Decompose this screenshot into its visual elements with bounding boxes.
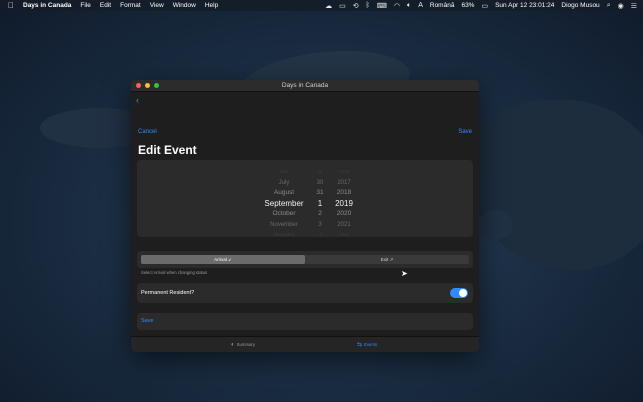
time-machine-icon[interactable]: ⟲ <box>353 2 359 10</box>
event-type-segmented-control[interactable]: Arrival ↙ Exit ↗ <box>141 255 469 264</box>
menu-bar:  Days in Canada File Edit Format View W… <box>0 0 643 11</box>
input-source-label[interactable]: Română <box>430 2 455 9</box>
segment-arrival[interactable]: Arrival ↙ <box>141 255 305 264</box>
app-window: Days in Canada ‹ Cancel Save Edit Event … <box>131 80 479 352</box>
battery-percent[interactable]: 63% <box>461 2 474 9</box>
date-picker[interactable]: June July August September October Novem… <box>137 160 473 237</box>
cancel-button[interactable]: Cancel <box>138 129 157 135</box>
wifi-icon[interactable]: ◠ <box>394 2 400 10</box>
spotlight-search-icon[interactable]: ⌕ <box>607 2 611 10</box>
menu-view[interactable]: View <box>150 2 164 9</box>
close-window-button[interactable] <box>136 83 141 88</box>
permanent-resident-row: Permanent Resident? <box>137 283 473 303</box>
menu-edit[interactable]: Edit <box>100 2 111 9</box>
minimize-window-button[interactable] <box>145 83 150 88</box>
summary-icon: ◐ <box>231 342 235 348</box>
year-option: 2017 <box>337 179 351 186</box>
save-row-button[interactable]: Save <box>141 313 154 330</box>
notification-center-icon[interactable]: ☰ <box>631 2 637 10</box>
airplay-icon[interactable]: ▭ <box>339 2 346 10</box>
menu-help[interactable]: Help <box>205 2 218 9</box>
app-menu[interactable]: Days in Canada <box>23 2 71 9</box>
hint-text: Select Arrival when changing status <box>141 270 208 275</box>
permanent-resident-toggle[interactable] <box>450 288 468 298</box>
keyboard-icon[interactable]: ⌨ <box>377 2 387 10</box>
year-option: 2021 <box>337 221 351 228</box>
user-name[interactable]: Diogo Musou <box>561 2 599 9</box>
save-row[interactable]: Save <box>137 313 473 330</box>
event-type-card: Arrival ↙ Exit ↗ <box>137 251 473 268</box>
toggle-knob <box>459 289 467 297</box>
segment-exit[interactable]: Exit ↗ <box>305 255 469 264</box>
tab-summary-label: Summary <box>236 342 256 347</box>
save-button[interactable]: Save <box>458 129 472 135</box>
battery-icon: ▭ <box>481 2 489 10</box>
window-titlebar[interactable]: Days in Canada <box>131 80 479 92</box>
wallpaper-island <box>470 100 643 270</box>
tab-events-label: Events <box>364 342 378 347</box>
wallpaper-island <box>478 210 513 240</box>
window-title: Days in Canada <box>281 82 329 89</box>
apple-menu-icon[interactable]:  <box>8 1 14 10</box>
volume-icon[interactable]: 🔈︎ <box>407 2 411 10</box>
year-option: 2016 <box>338 169 349 174</box>
year-option: 2022 <box>338 232 349 237</box>
tab-events[interactable]: ⇆ Events <box>357 337 377 352</box>
menu-window[interactable]: Window <box>173 2 196 9</box>
events-icon: ⇆ <box>357 342 363 348</box>
year-option: 2018 <box>336 189 352 196</box>
tab-summary[interactable]: ◐ Summary <box>231 337 255 352</box>
year-option: 2020 <box>336 210 352 217</box>
menu-file[interactable]: File <box>80 2 90 9</box>
bluetooth-icon[interactable]: ᛒ <box>366 2 370 9</box>
mouse-pointer-icon: ➤ <box>401 269 408 278</box>
input-source-icon: A <box>418 2 423 9</box>
back-chevron-icon[interactable]: ‹ <box>136 95 139 105</box>
selected-year: 2019 <box>335 198 353 208</box>
year-wheel[interactable]: 2016 2017 2018 2019 2020 2021 2022 <box>327 167 361 241</box>
clock[interactable]: Sun Apr 12 23:01:24 <box>495 2 554 9</box>
zoom-window-button[interactable] <box>154 83 159 88</box>
tab-bar: ◐ Summary ⇆ Events <box>131 336 479 352</box>
permanent-resident-label: Permanent Resident? <box>141 290 195 296</box>
page-title: Edit Event <box>138 143 197 157</box>
creative-cloud-icon[interactable]: ☁ <box>325 2 332 10</box>
menu-format[interactable]: Format <box>120 2 141 9</box>
siri-icon[interactable]: ◉ <box>618 2 624 10</box>
